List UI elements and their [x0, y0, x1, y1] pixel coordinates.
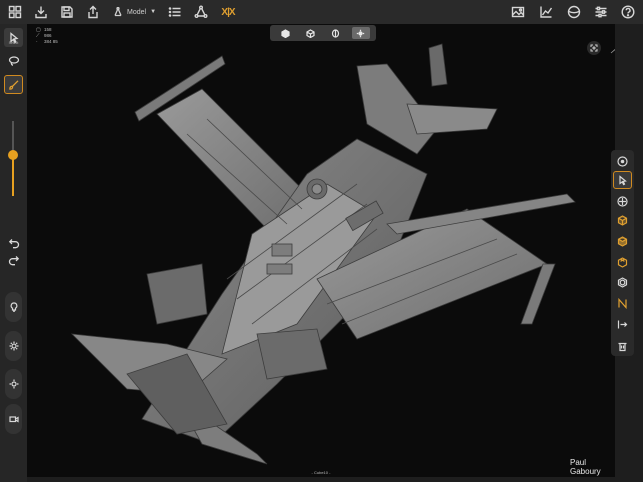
bevel-button[interactable] — [613, 273, 632, 291]
face-count: 384 85 — [44, 39, 58, 44]
save-icon[interactable] — [58, 3, 76, 21]
pivot-button[interactable] — [613, 152, 632, 170]
pivot-dot-icon — [617, 155, 628, 167]
slide-arrow-icon — [617, 320, 628, 328]
undo-icon — [8, 238, 19, 248]
import-icon[interactable] — [32, 3, 50, 21]
face-icon: · — [36, 38, 38, 45]
light-bulb-button[interactable] — [5, 292, 22, 322]
redo-icon — [8, 255, 19, 265]
light-bulb-icon — [10, 302, 17, 312]
help-icon[interactable] — [619, 3, 637, 21]
author-credit: Paul Gaboury — [570, 458, 601, 476]
wireframe-shading-button[interactable] — [302, 27, 320, 39]
cube-icon — [617, 214, 628, 226]
delete-button[interactable] — [613, 337, 632, 355]
wireframe-cube-icon — [306, 28, 315, 38]
app-window: Model ▼ X|X Select ▢ 158 ⟋ 986 · 384 85 … — [0, 0, 643, 482]
mesh-stats: ▢ 158 ⟋ 986 · 384 85 — [36, 27, 58, 45]
view-mode-toolbar — [270, 25, 376, 41]
camera-button[interactable] — [5, 404, 22, 434]
chart-stats-icon[interactable] — [537, 3, 555, 21]
select-mode-button[interactable] — [613, 171, 632, 189]
spotlight-icon — [9, 379, 18, 389]
top-toolbar: Model ▼ X|X — [0, 0, 643, 24]
vertex-graph-icon[interactable] — [192, 3, 210, 21]
brush-size-slider-fill — [12, 155, 14, 196]
xray-icon — [331, 28, 340, 38]
edge-icon: ⟋ — [36, 32, 40, 39]
face-count-row: · 384 85 — [36, 39, 58, 45]
transform-button[interactable] — [613, 192, 632, 210]
frame-selection-button[interactable] — [587, 41, 601, 55]
mode-label: Model — [127, 8, 147, 16]
spot-light-button[interactable] — [5, 369, 22, 399]
sun-light-button[interactable] — [5, 331, 22, 361]
chevron-down-icon: ▼ — [150, 9, 157, 15]
brush-size-slider-knob[interactable] — [8, 150, 18, 160]
lasso-icon — [8, 55, 19, 66]
lasso-tool-button[interactable] — [4, 51, 23, 70]
select-tool-caption: Select — [8, 41, 19, 45]
slide-button[interactable] — [613, 315, 632, 333]
material-sphere-icon[interactable] — [565, 3, 583, 21]
add-cube-button[interactable] — [613, 211, 632, 229]
outliner-list-icon[interactable] — [166, 3, 184, 21]
rendered-shading-button[interactable] — [351, 27, 370, 39]
solid-cube-icon — [281, 28, 290, 38]
subdivide-cube-icon — [617, 256, 628, 268]
solid-shading-button[interactable] — [277, 27, 295, 39]
render-sun-icon — [356, 29, 365, 37]
subdivide-button[interactable] — [613, 253, 632, 271]
mode-selector[interactable]: Model ▼ — [113, 5, 156, 19]
redo-button[interactable] — [4, 250, 23, 269]
model-mode-icon — [114, 7, 122, 17]
extrude-cube-icon — [617, 235, 628, 247]
left-toolbar: Select — [0, 24, 27, 482]
active-object-label: - Cube10 - — [311, 470, 331, 475]
cursor-arrow-icon — [619, 174, 627, 185]
symmetry-x-icon[interactable]: X|X — [219, 3, 237, 21]
move-crosshair-icon — [617, 195, 628, 207]
grid-menu-icon[interactable] — [6, 3, 24, 21]
3d-viewport[interactable]: ▢ 158 ⟋ 986 · 384 85 - Cube10 - Paul Gabour… — [27, 24, 615, 477]
hexagon-icon — [617, 276, 628, 288]
video-camera-icon — [8, 416, 19, 423]
settings-sliders-icon[interactable] — [592, 3, 610, 21]
brush-icon — [8, 79, 18, 90]
share-icon[interactable] — [84, 3, 102, 21]
vertex-icon: ▢ — [36, 26, 41, 33]
sun-icon — [9, 341, 18, 351]
spaceship-model[interactable] — [27, 24, 615, 477]
knife-button[interactable] — [613, 294, 632, 312]
trash-icon — [618, 342, 627, 351]
n-gon-icon — [618, 297, 627, 309]
image-reference-icon[interactable] — [509, 3, 527, 21]
extrude-button[interactable] — [613, 232, 632, 250]
focus-frame-icon — [590, 44, 598, 52]
brush-tool-button[interactable] — [4, 75, 23, 94]
xray-shading-button[interactable] — [327, 27, 345, 39]
